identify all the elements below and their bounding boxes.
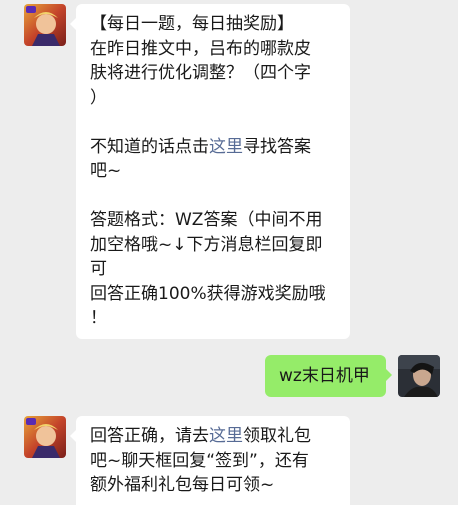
format-line: 可 xyxy=(90,259,107,279)
hint-line-tail: 吧~ xyxy=(90,161,122,181)
game-account-avatar[interactable] xyxy=(24,416,66,458)
message-bubble-reward: 回答正确，请去这里领取礼包 吧~聊天框回复“签到”，还有 额外福利礼包每日可领~ xyxy=(70,416,350,505)
message-line: 肤将进行优化调整？（四个字 xyxy=(90,63,311,83)
answer-link[interactable]: 这里 xyxy=(209,137,243,157)
hint-text-after: 寻找答案 xyxy=(243,136,311,157)
game-account-avatar[interactable] xyxy=(24,4,66,46)
chat-window: 【每日一题，每日抽奖励】 在昨日推文中，吕布的哪款皮 肤将进行优化调整？（四个字… xyxy=(0,0,458,505)
user-avatar[interactable] xyxy=(398,355,440,397)
message-line: 【每日一题，每日抽奖励】 xyxy=(90,14,294,34)
reward-text-after: 领取礼包 xyxy=(243,426,311,446)
answer-text: wz末日机甲 xyxy=(279,366,370,386)
format-line: ！ xyxy=(90,308,107,328)
message-line: 在昨日推文中，吕布的哪款皮 xyxy=(90,38,311,59)
message-bubble-question: 【每日一题，每日抽奖励】 在昨日推文中，吕布的哪款皮 肤将进行优化调整？（四个字… xyxy=(70,4,350,339)
format-line: 答题格式：WZ答案（中间不用 xyxy=(90,210,323,230)
message-bubble-answer: wz末日机甲 xyxy=(265,355,392,397)
reward-line: 额外福利礼包每日可领~ xyxy=(90,475,275,495)
reward-line: 回答正确，请去这里领取礼包 xyxy=(90,424,340,449)
format-line: 加空格哦~↓下方消息栏回复即 xyxy=(90,234,323,255)
reward-line: 吧~聊天框回复“签到”，还有 xyxy=(90,450,309,471)
message-line: ） xyxy=(90,87,107,108)
reward-text-before: 回答正确，请去 xyxy=(90,426,209,446)
reward-link[interactable]: 这里 xyxy=(209,426,243,446)
hint-line: 不知道的话点击这里寻找答案 xyxy=(90,135,340,160)
hint-text-before: 不知道的话点击 xyxy=(90,136,209,157)
format-line: 回答正确100%获得游戏奖励哦 xyxy=(90,283,326,304)
